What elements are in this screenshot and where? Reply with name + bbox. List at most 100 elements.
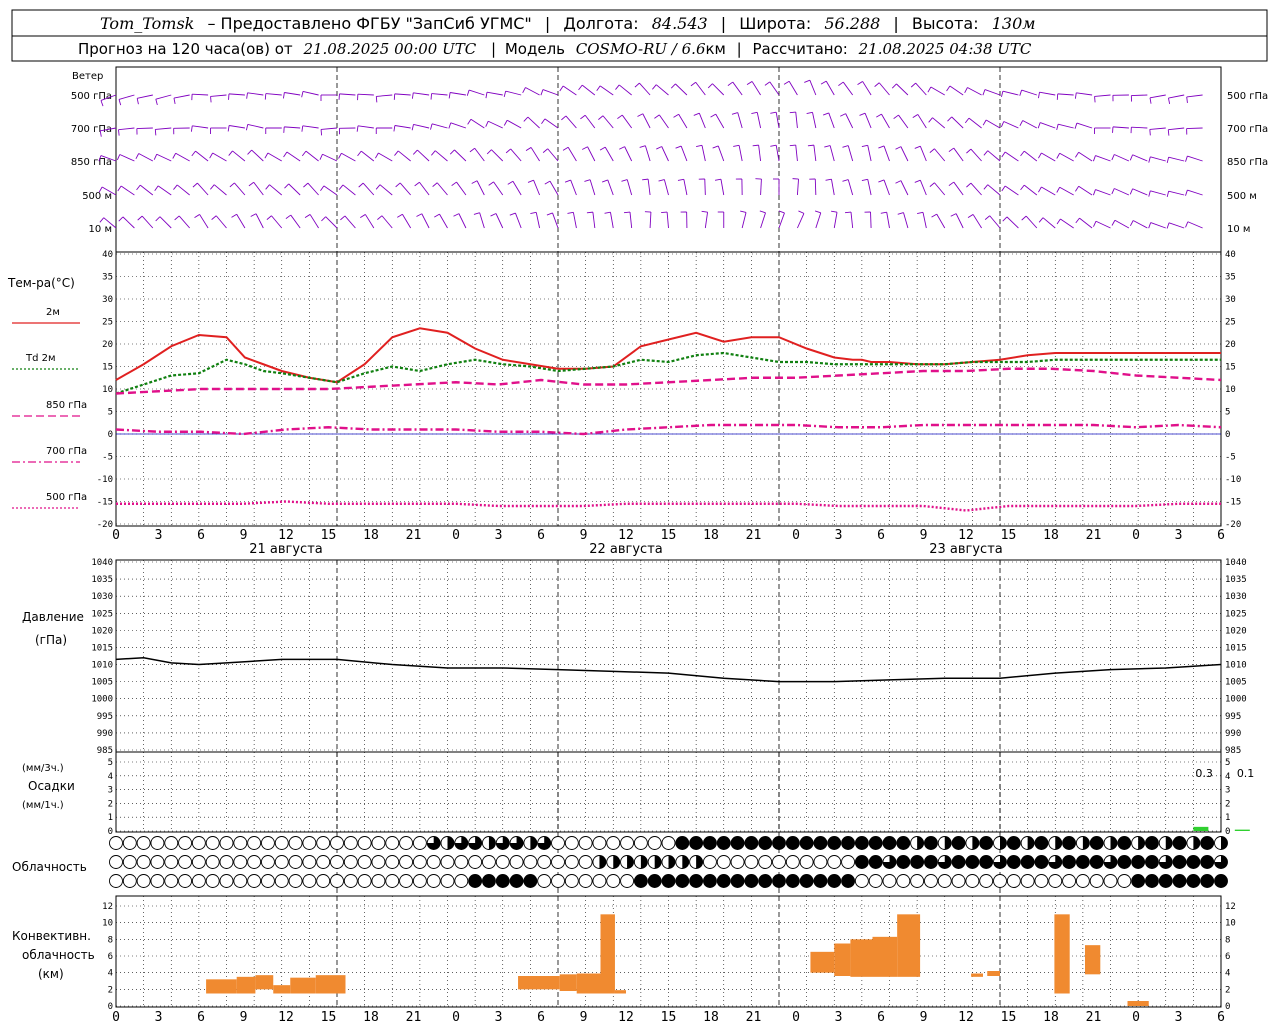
cloud-symbol <box>164 855 179 869</box>
conv-bar <box>850 939 873 977</box>
pressure-y-tick-label: 1030 <box>91 592 113 602</box>
wind-barb-flag <box>1019 89 1023 96</box>
cloud-fill <box>668 855 676 869</box>
cloud-symbol <box>993 874 1007 888</box>
conv-x-tick-label: 0 <box>452 1010 460 1024</box>
wind-barb-flag <box>1185 189 1188 196</box>
conv-x-tick-label: 3 <box>1175 1010 1183 1024</box>
wind-level-label-right: 10 м <box>1227 224 1250 235</box>
wind-barb-flag <box>580 114 586 120</box>
wind-barb-flag <box>596 85 601 91</box>
pressure-y-tick-label: 1040 <box>91 558 113 568</box>
cloud-symbol <box>578 874 593 888</box>
wind-barb-flag <box>541 118 546 124</box>
wind-barb-staff <box>1006 216 1019 229</box>
wind-barb-flag <box>227 125 230 132</box>
wind-barb-flag <box>393 125 396 132</box>
wind-barb-staff <box>919 145 927 162</box>
pressure-y-tick-label: 1000 <box>91 695 113 705</box>
t500-line <box>116 500 1221 512</box>
wind-barb-staff <box>413 92 430 96</box>
cloud-fill <box>599 855 606 869</box>
wind-barb-staff <box>436 182 448 196</box>
wind-barb-flag <box>486 149 492 155</box>
wind-barb-staff <box>985 119 1001 129</box>
cloud-fill <box>772 874 786 888</box>
cloud-fill <box>883 836 896 850</box>
wind-barb-staff <box>775 145 780 162</box>
wind-barb-staff <box>542 89 559 96</box>
wind-barb-flag <box>764 81 771 86</box>
wind-barb-staff <box>644 145 651 162</box>
cloud-symbol <box>592 836 607 850</box>
wind-barb-flag <box>449 149 455 155</box>
conv-bar <box>1085 945 1101 975</box>
wind-barb-flag <box>804 79 811 83</box>
cloud-symbol <box>896 874 911 888</box>
wind-barb-staff <box>1132 188 1148 196</box>
wind-barb-flag <box>466 89 470 96</box>
wind-barb-staff <box>953 147 964 162</box>
wind-barb-flag <box>412 149 418 155</box>
temp-y-tick-label: 5 <box>108 408 113 418</box>
cloud-symbol <box>661 836 676 850</box>
wind-barb-staff <box>870 211 872 229</box>
calc-label: Рассчитано: <box>753 40 848 58</box>
wind-barb-staff <box>530 147 540 162</box>
cloud-symbol <box>412 874 427 888</box>
wind-barb-flag <box>471 180 478 184</box>
wind-barb-staff <box>474 147 485 162</box>
cloud-fill <box>800 836 814 850</box>
temp-x-tick-label: 15 <box>321 528 337 543</box>
wind-barb-flag <box>861 144 868 148</box>
wind-barb-flag <box>652 84 657 90</box>
wind-barb-flag <box>712 145 719 149</box>
wind-barb-staff <box>236 214 246 229</box>
conv-x-tick-label: 15 <box>321 1010 337 1024</box>
wind-barb-staff <box>253 181 264 196</box>
temp-x-tick-label: 12 <box>958 528 974 543</box>
wind-barb-flag <box>432 182 438 187</box>
cloud-fill <box>1034 855 1048 869</box>
cloud-symbol <box>205 855 220 869</box>
wind-barb-staff <box>450 92 466 96</box>
wind-barb-flag <box>1038 92 1040 99</box>
wind-barb-staff <box>197 182 209 196</box>
wind-barb-staff <box>626 179 633 196</box>
conv-bar <box>518 976 560 990</box>
cloud-fill <box>896 855 910 869</box>
temp-x-tick-label: 0 <box>1132 528 1140 543</box>
wind-barb-flag <box>1094 96 1096 103</box>
wind-barb-staff <box>1094 94 1111 97</box>
wind-barb-staff <box>431 123 448 129</box>
wind-barb-flag <box>838 81 844 86</box>
temp-x-tick-label: 6 <box>1217 528 1225 543</box>
cloud-fill <box>703 874 717 888</box>
cloud-fill <box>1131 874 1145 888</box>
wind-barb-staff <box>604 146 614 162</box>
wind-barb-flag <box>1149 97 1152 104</box>
conv-y-tick-label: 6 <box>108 952 113 962</box>
wind-barb-flag <box>789 111 796 114</box>
wind-barb-staff <box>951 116 964 129</box>
wind-barb-flag <box>1148 190 1151 197</box>
wind-barb-staff <box>610 212 614 229</box>
conv-y-tick-label: 2 <box>108 985 113 995</box>
wind-barb-staff <box>1168 156 1185 162</box>
wind-barb-flag <box>861 178 868 182</box>
wind-barb-flag <box>731 112 738 115</box>
wind-barb-staff <box>867 145 872 162</box>
wind-barb-staff <box>618 84 632 96</box>
wind-barb-flag <box>876 113 882 118</box>
wind-barb-staff <box>1112 126 1129 129</box>
wind-barb-flag <box>228 150 233 156</box>
cloud-symbol <box>302 855 317 869</box>
cloud-fill <box>855 855 869 869</box>
pressure-unit: (гПа) <box>35 633 67 647</box>
wind-barb-staff <box>987 150 1001 162</box>
wind-barb-staff <box>1076 122 1093 129</box>
temp-title: Тем-ра(°C) <box>7 276 75 290</box>
cloud-symbol <box>1117 874 1132 888</box>
wind-barb-staff <box>599 85 614 96</box>
wind-barb-flag <box>247 149 252 155</box>
